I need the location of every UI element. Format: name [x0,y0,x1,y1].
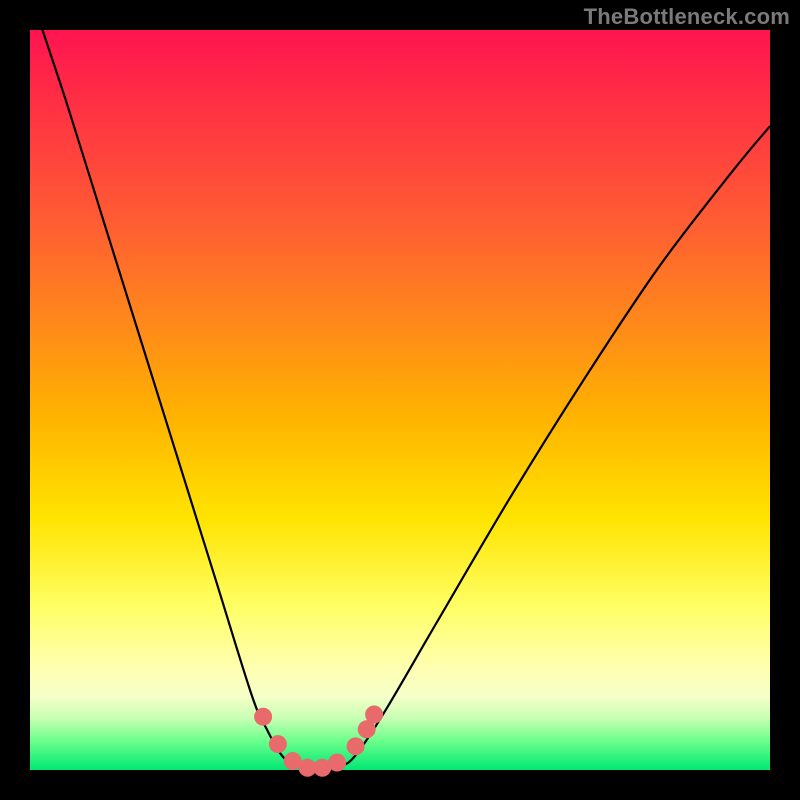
curve-marker [365,706,383,724]
curve-marker [328,754,346,772]
chart-frame: TheBottleneck.com [0,0,800,800]
curve-marker [269,735,287,753]
bottleneck-curve [30,0,770,770]
curve-marker [347,737,365,755]
plot-area [30,30,770,770]
curve-svg [30,30,770,770]
curve-markers [254,706,383,777]
curve-marker [254,708,272,726]
watermark-text: TheBottleneck.com [584,4,790,30]
